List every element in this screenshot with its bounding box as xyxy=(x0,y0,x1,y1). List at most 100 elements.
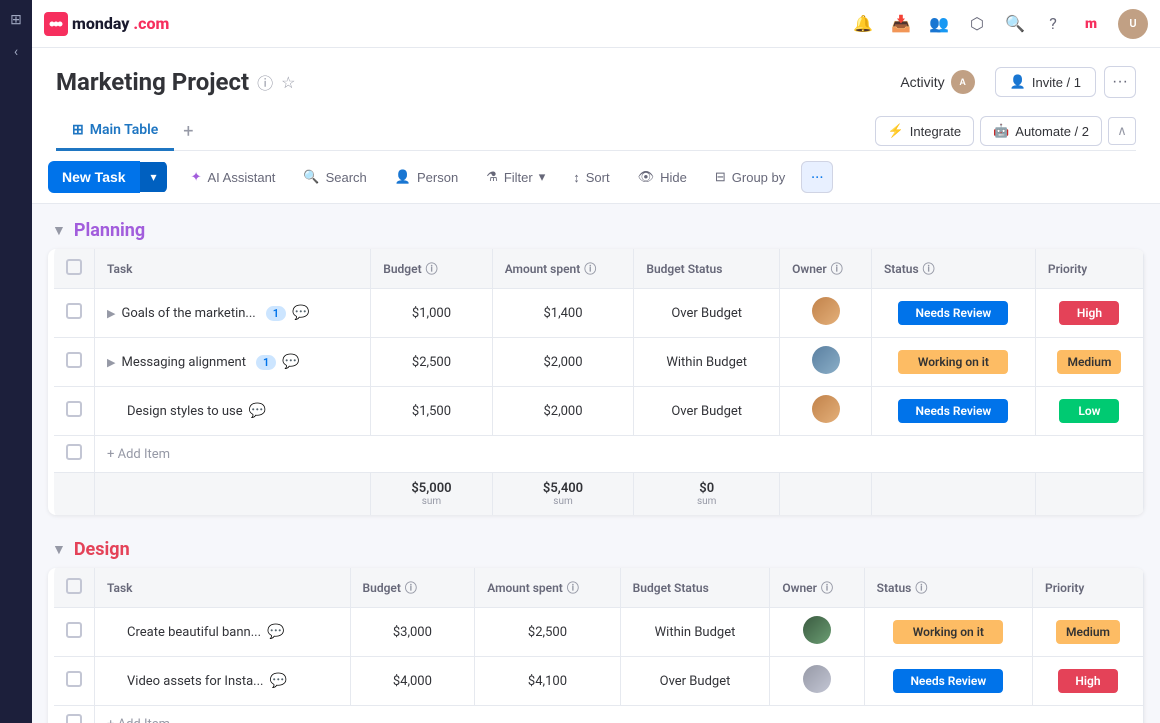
status-badge[interactable]: Working on it xyxy=(898,350,1008,374)
priority-cell[interactable]: High xyxy=(1033,657,1144,706)
expand-arrow[interactable]: ▶ xyxy=(107,356,115,369)
new-task-dropdown-button[interactable]: ▾ xyxy=(140,162,167,192)
new-task-main-button[interactable]: New Task xyxy=(48,161,140,193)
priority-col-header: Priority xyxy=(1033,568,1144,608)
sort-button[interactable]: ↕ Sort xyxy=(561,164,621,191)
budget-info-icon[interactable]: ⓘ xyxy=(405,579,417,596)
amount-info-icon[interactable]: ⓘ xyxy=(567,579,579,596)
status-info-icon[interactable]: ⓘ xyxy=(915,579,927,596)
row-checkbox[interactable] xyxy=(66,352,82,368)
select-all-checkbox[interactable] xyxy=(66,259,82,275)
hide-button[interactable]: 👁 Hide xyxy=(626,163,699,191)
status-badge[interactable]: Needs Review xyxy=(898,399,1008,423)
budget-cell: $4,000 xyxy=(350,657,475,706)
row-checkbox-cell xyxy=(51,289,95,338)
priority-badge[interactable]: Low xyxy=(1059,399,1119,423)
priority-cell[interactable]: Medium xyxy=(1035,338,1143,387)
toolbar-more-button[interactable]: ··· xyxy=(801,161,833,193)
chat-icon[interactable]: 💬 xyxy=(292,305,309,321)
sum-empty-3 xyxy=(780,473,872,516)
row-checkbox[interactable] xyxy=(66,303,82,319)
owner-col-header: Owner ⓘ xyxy=(780,249,872,289)
help-icon[interactable]: ? xyxy=(1042,13,1064,35)
chat-icon[interactable]: 💬 xyxy=(269,673,286,689)
chat-icon[interactable]: 💬 xyxy=(267,624,284,640)
priority-cell[interactable]: Medium xyxy=(1033,608,1144,657)
tab-main-table[interactable]: ⊞ Main Table xyxy=(56,112,174,151)
planning-group: ▼ Planning Task Budget ⓘ Amount spent ⓘ … xyxy=(48,220,1144,515)
row-checkbox[interactable] xyxy=(66,671,82,687)
info-icon[interactable]: ⓘ xyxy=(257,70,273,94)
bell-icon[interactable]: 🔔 xyxy=(852,13,874,35)
toolbar: New Task ▾ ✦ AI Assistant 🔍 Search 👤 Per… xyxy=(32,151,1160,204)
owner-cell xyxy=(780,387,872,436)
search-button[interactable]: 🔍 Search xyxy=(291,163,378,191)
priority-badge[interactable]: Medium xyxy=(1056,620,1120,644)
team-icon[interactable]: 👥 xyxy=(928,13,950,35)
status-cell[interactable]: Needs Review xyxy=(864,657,1032,706)
inbox-icon[interactable]: 📥 xyxy=(890,13,912,35)
logo-icon xyxy=(44,12,68,36)
status-info-icon[interactable]: ⓘ xyxy=(923,260,935,277)
status-badge[interactable]: Working on it xyxy=(893,620,1003,644)
priority-cell[interactable]: Low xyxy=(1035,387,1143,436)
task-name-cell: ▶ Goals of the marketin... 1 💬 xyxy=(95,289,371,338)
amount-info-icon[interactable]: ⓘ xyxy=(584,260,596,277)
activity-button[interactable]: Activity A xyxy=(888,64,986,100)
planning-group-header: ▼ Planning xyxy=(48,220,1144,241)
left-arrow-icon[interactable]: ‹ xyxy=(6,42,26,62)
grid-icon[interactable]: ⊞ xyxy=(6,10,26,30)
user-avatar[interactable]: U xyxy=(1118,9,1148,39)
chat-icon[interactable]: 💬 xyxy=(249,403,266,419)
invite-label: Invite / 1 xyxy=(1032,75,1081,90)
ai-assistant-button[interactable]: ✦ AI Assistant xyxy=(179,163,288,191)
filter-button[interactable]: ⚗ Filter ▾ xyxy=(474,163,557,191)
budget-info-icon[interactable]: ⓘ xyxy=(426,260,438,277)
invite-button[interactable]: 👤 Invite / 1 xyxy=(995,67,1096,97)
expand-arrow[interactable]: ▶ xyxy=(107,307,115,320)
person-button[interactable]: 👤 Person xyxy=(383,163,470,191)
owner-info-icon[interactable]: ⓘ xyxy=(831,260,843,277)
star-icon[interactable]: ☆ xyxy=(281,73,295,92)
apps-icon[interactable]: ⬡ xyxy=(966,13,988,35)
row-checkbox[interactable] xyxy=(66,444,82,460)
status-col-header: Status ⓘ xyxy=(864,568,1032,608)
status-cell[interactable]: Needs Review xyxy=(871,289,1035,338)
integrate-button[interactable]: ⚡ Integrate xyxy=(875,116,975,146)
planning-header-row: Task Budget ⓘ Amount spent ⓘ Budget Stat… xyxy=(51,249,1144,289)
status-cell[interactable]: Working on it xyxy=(871,338,1035,387)
project-header: Marketing Project ⓘ ☆ Activity A 👤 Invit… xyxy=(32,48,1160,151)
add-item-cell[interactable]: + Add Item xyxy=(95,436,1144,473)
bstatus-value: Over Budget xyxy=(660,674,731,689)
design-chevron[interactable]: ▼ xyxy=(52,541,66,558)
row-checkbox[interactable] xyxy=(66,622,82,638)
status-cell[interactable]: Needs Review xyxy=(871,387,1035,436)
group-by-button[interactable]: ⊟ Group by xyxy=(703,163,797,191)
chat-icon[interactable]: 💬 xyxy=(282,354,299,370)
top-nav: monday.com 🔔 📥 👥 ⬡ 🔍 ? m U xyxy=(32,0,1160,48)
owner-info-icon[interactable]: ⓘ xyxy=(821,579,833,596)
budget-cell: $1,000 xyxy=(371,289,492,338)
collapse-button[interactable]: ∧ xyxy=(1108,117,1136,145)
row-checkbox[interactable] xyxy=(66,714,82,723)
add-item-cell[interactable]: + Add Item xyxy=(95,706,1144,723)
row-checkbox[interactable] xyxy=(66,401,82,417)
monday-logo-nav: m xyxy=(1080,13,1102,35)
select-all-checkbox[interactable] xyxy=(66,578,82,594)
priority-badge[interactable]: High xyxy=(1058,669,1118,693)
checkbox-col-header xyxy=(51,568,95,608)
search-icon[interactable]: 🔍 xyxy=(1004,13,1026,35)
priority-badge[interactable]: High xyxy=(1059,301,1119,325)
status-badge[interactable]: Needs Review xyxy=(893,669,1003,693)
status-cell[interactable]: Working on it xyxy=(864,608,1032,657)
more-options-button[interactable]: ··· xyxy=(1104,66,1136,98)
planning-chevron[interactable]: ▼ xyxy=(52,222,66,239)
status-badge[interactable]: Needs Review xyxy=(898,301,1008,325)
priority-badge[interactable]: Medium xyxy=(1057,350,1121,374)
budget-cell: $3,000 xyxy=(350,608,475,657)
task-col-header: Task xyxy=(95,568,351,608)
priority-cell[interactable]: High xyxy=(1035,289,1143,338)
automate-button[interactable]: 🤖 Automate / 2 xyxy=(980,116,1102,146)
tab-add-button[interactable]: + xyxy=(174,117,202,145)
add-item-row: + Add Item xyxy=(51,706,1144,723)
